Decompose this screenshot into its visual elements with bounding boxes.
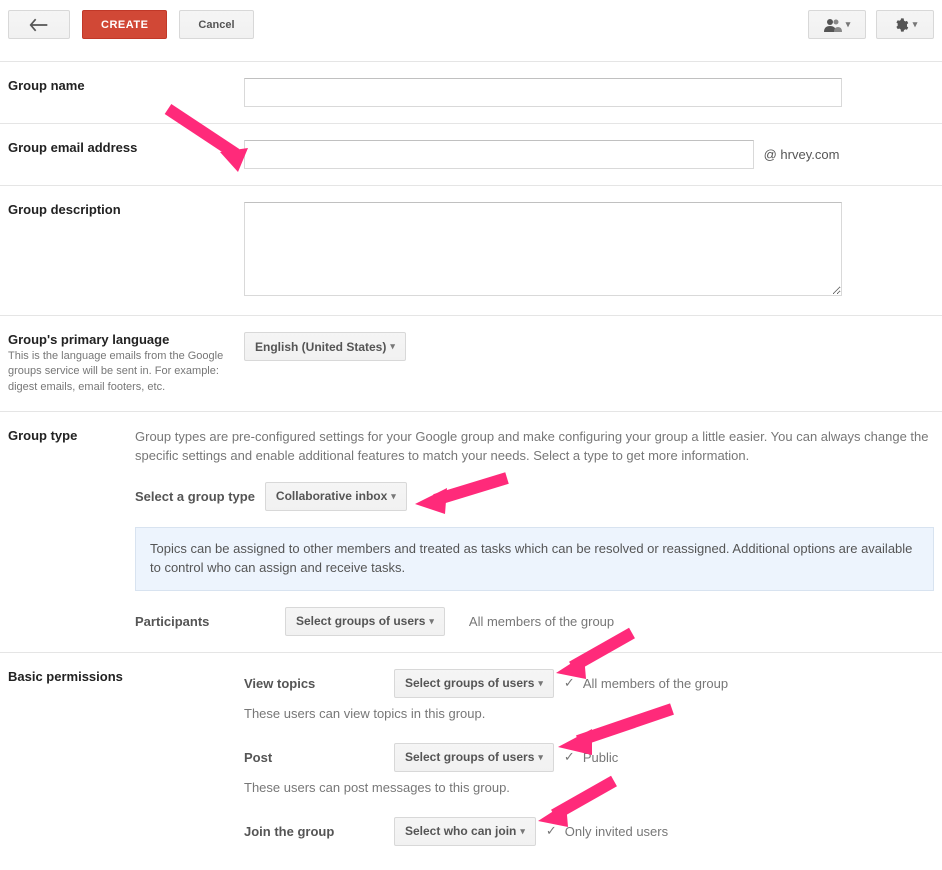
chevron-down-icon: ▾: [913, 19, 918, 30]
join-label: Join the group: [244, 824, 394, 839]
participants-select[interactable]: Select groups of users ▾: [285, 607, 445, 636]
join-selector-text: Select who can join: [405, 824, 516, 838]
join-select[interactable]: Select who can join ▾: [394, 817, 536, 846]
join-block: Join the group Select who can join ▾ ✓ O…: [244, 817, 934, 846]
post-block: Post Select groups of users ▾ ✓ Public T…: [244, 743, 934, 795]
participants-value: All members of the group: [469, 614, 614, 629]
people-button[interactable]: ▾: [808, 10, 866, 39]
primary-language-select[interactable]: English (United States) ▾: [244, 332, 406, 361]
group-name-label: Group name: [8, 78, 224, 93]
group-type-label: Group type: [8, 428, 115, 443]
row-basic-permissions: Basic permissions View topics Select gro…: [0, 653, 942, 870]
group-type-select-label: Select a group type: [135, 489, 255, 504]
view-topics-block: View topics Select groups of users ▾ ✓ A…: [244, 669, 934, 721]
post-value: Public: [583, 750, 618, 765]
email-domain-suffix: @ hrvey.com: [764, 147, 840, 162]
basic-permissions-label: Basic permissions: [8, 669, 224, 684]
post-selector-text: Select groups of users: [405, 750, 534, 764]
gear-icon: [893, 17, 909, 33]
view-topics-select[interactable]: Select groups of users ▾: [394, 669, 554, 698]
primary-language-label: Group's primary language: [8, 332, 224, 347]
chevron-down-icon: ▾: [538, 678, 543, 689]
view-topics-selector-text: Select groups of users: [405, 676, 534, 690]
post-help: These users can post messages to this gr…: [244, 780, 934, 795]
settings-button[interactable]: ▾: [876, 10, 934, 39]
primary-language-help: This is the language emails from the Goo…: [8, 349, 224, 395]
primary-language-value: English (United States): [255, 340, 386, 354]
group-type-value: Collaborative inbox: [276, 489, 387, 503]
people-icon: [824, 18, 842, 32]
check-icon: ✓: [564, 675, 575, 691]
participants-selector-text: Select groups of users: [296, 614, 425, 628]
chevron-down-icon: ▾: [391, 491, 396, 502]
group-type-description: Group types are pre-configured settings …: [135, 428, 934, 466]
group-description-label: Group description: [8, 202, 224, 217]
create-button[interactable]: CREATE: [82, 10, 167, 39]
row-group-email: Group email address @ hrvey.com: [0, 124, 942, 186]
group-type-infobox: Topics can be assigned to other members …: [135, 527, 934, 591]
row-group-name: Group name: [0, 62, 942, 124]
back-button[interactable]: [8, 10, 70, 39]
participants-label: Participants: [135, 614, 285, 629]
check-icon: ✓: [564, 749, 575, 765]
view-topics-value: All members of the group: [583, 676, 728, 691]
group-email-input[interactable]: [244, 140, 754, 169]
chevron-down-icon: ▾: [520, 826, 525, 837]
toolbar: CREATE Cancel ▾ ▾: [0, 0, 942, 62]
group-name-input[interactable]: [244, 78, 842, 107]
row-group-type: Group type Group types are pre-configure…: [0, 412, 942, 652]
group-email-label: Group email address: [8, 140, 224, 155]
view-topics-label: View topics: [244, 676, 394, 691]
annotation-arrow-icon: [407, 470, 517, 520]
post-label: Post: [244, 750, 394, 765]
row-group-description: Group description: [0, 186, 942, 316]
row-primary-language: Group's primary language This is the lan…: [0, 316, 942, 412]
join-value: Only invited users: [565, 824, 668, 839]
post-select[interactable]: Select groups of users ▾: [394, 743, 554, 772]
view-topics-help: These users can view topics in this grou…: [244, 706, 934, 721]
group-type-select[interactable]: Collaborative inbox ▾: [265, 482, 407, 511]
cancel-button[interactable]: Cancel: [179, 10, 253, 39]
chevron-down-icon: ▾: [390, 341, 395, 352]
group-description-textarea[interactable]: [244, 202, 842, 296]
chevron-down-icon: ▾: [429, 616, 434, 627]
chevron-down-icon: ▾: [538, 752, 543, 763]
back-arrow-icon: [29, 18, 49, 32]
check-icon: ✓: [546, 823, 557, 839]
chevron-down-icon: ▾: [846, 19, 851, 30]
